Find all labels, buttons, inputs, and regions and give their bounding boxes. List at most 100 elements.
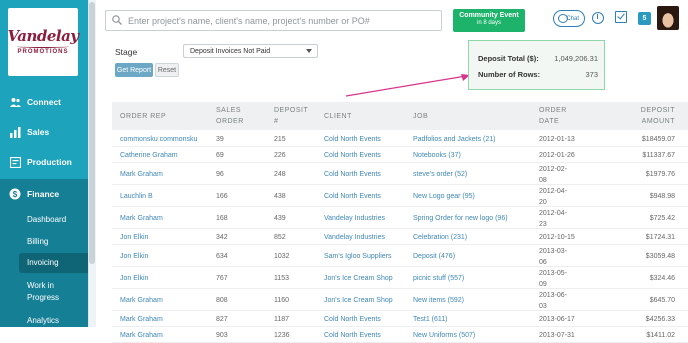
submenu-item-analytics[interactable]: Analytics bbox=[0, 315, 88, 327]
cell-order-date: 2012-04- 23 bbox=[539, 208, 567, 230]
cell-job[interactable]: Deposit (476) bbox=[413, 251, 455, 262]
stage-select[interactable]: Deposit Invoices Not Paid bbox=[183, 44, 318, 58]
cell-client[interactable]: Jon's Ice Cream Shop bbox=[324, 273, 393, 284]
event-title: Community Event bbox=[459, 12, 519, 19]
table-header: ORDER REP SALES ORDER DEPOSIT # CLIENT J… bbox=[112, 102, 688, 130]
table-row[interactable]: Mark Graham 808 1160 Jon's Ice Cream Shop Ne… bbox=[112, 289, 688, 311]
user-avatar[interactable] bbox=[657, 6, 679, 30]
cell-sales-order: 96 bbox=[216, 170, 224, 178]
logo-name: Vandelay bbox=[7, 27, 79, 45]
table-row[interactable]: Jon Elkin 342 852 Vandelay Industries Celebr… bbox=[112, 229, 688, 245]
cell-job[interactable]: Test1 (611) bbox=[413, 314, 448, 325]
cell-client[interactable]: Sam's Igloo Suppliers bbox=[324, 251, 391, 262]
community-event-button[interactable]: Community Event in 8 days bbox=[453, 9, 525, 32]
logo-subtitle: PROMOTIONS bbox=[17, 49, 69, 55]
cell-client[interactable]: Vandelay Industries bbox=[324, 213, 385, 224]
cell-order-date: 2013-06- 03 bbox=[539, 290, 567, 312]
cell-client[interactable]: Jon's Ice Cream Shop bbox=[324, 295, 393, 306]
col-header-order-rep[interactable]: ORDER REP bbox=[120, 111, 166, 122]
cell-client[interactable]: Cold North Events bbox=[324, 150, 381, 161]
table-row[interactable]: commonsku commonsku 39 215 Cold North Event… bbox=[112, 131, 688, 147]
clock-icon[interactable] bbox=[592, 12, 604, 24]
col-header-order-date[interactable]: ORDER DATE bbox=[539, 105, 567, 127]
cell-client[interactable]: Cold North Events bbox=[324, 169, 381, 180]
cell-order-rep[interactable]: Catherine Graham bbox=[120, 150, 178, 161]
cell-job[interactable]: New items (592) bbox=[413, 295, 464, 306]
chevron-down-icon bbox=[306, 49, 312, 53]
table-row[interactable]: Jon Elkin 634 1032 Sam's Igloo Suppliers Dep… bbox=[112, 245, 688, 267]
cell-job[interactable]: steve's order (52) bbox=[413, 169, 467, 180]
col-header-line: SALES bbox=[216, 107, 242, 114]
brand-logo[interactable]: Vandelay PROMOTIONS bbox=[7, 8, 79, 76]
cell-client[interactable]: Cold North Events bbox=[324, 134, 381, 145]
cell-job[interactable]: New Uniforms (507) bbox=[413, 330, 475, 341]
col-header-deposit-number[interactable]: DEPOSIT # bbox=[274, 105, 308, 127]
table-row[interactable]: Mark Graham 827 1187 Cold North Events Test1… bbox=[112, 311, 688, 327]
cell-order-rep[interactable]: Mark Graham bbox=[120, 295, 163, 306]
cell-sales-order: 767 bbox=[216, 274, 228, 282]
col-header-line: ORDER bbox=[539, 107, 567, 114]
cell-order-rep[interactable]: Jon Elkin bbox=[120, 273, 148, 284]
col-header-line: DATE bbox=[539, 118, 560, 125]
table-row[interactable]: Mark Graham 168 439 Vandelay Industries Spri… bbox=[112, 207, 688, 229]
submenu-item-work-in-progress[interactable]: Work in Progress bbox=[0, 280, 72, 304]
col-header-sales-order[interactable]: SALES ORDER bbox=[216, 105, 244, 127]
cell-order-rep[interactable]: Jon Elkin bbox=[120, 232, 148, 243]
cell-client[interactable]: Vandelay Industries bbox=[324, 232, 385, 243]
table-row[interactable]: Mark Graham 96 248 Cold North Events steve's… bbox=[112, 163, 688, 185]
date-line: 2012-10-15 bbox=[539, 233, 575, 241]
submenu-item-invoicing[interactable]: Invoicing bbox=[19, 253, 88, 273]
cell-sales-order: 69 bbox=[216, 151, 224, 159]
reset-button[interactable]: Reset bbox=[155, 63, 179, 77]
search-input[interactable] bbox=[128, 15, 428, 26]
sidebar-item-finance[interactable]: $ Finance bbox=[0, 179, 88, 208]
cell-order-rep[interactable]: Mark Graham bbox=[120, 169, 163, 180]
finance-submenu: Dashboard Billing Invoicing Work in Prog… bbox=[0, 208, 88, 327]
cell-deposit-amount: $3059.48 bbox=[645, 252, 675, 260]
tasks-check-icon[interactable] bbox=[615, 11, 627, 23]
cell-job[interactable]: Notebooks (37) bbox=[413, 150, 461, 161]
cell-client[interactable]: Cold North Events bbox=[324, 330, 381, 341]
sidebar: Vandelay PROMOTIONS Connect Sales Produc… bbox=[0, 0, 88, 327]
col-header-deposit-amount[interactable]: DEPOSIT AMOUNT bbox=[609, 105, 675, 127]
sidebar-item-production[interactable]: Production bbox=[0, 148, 88, 176]
project-search[interactable] bbox=[105, 10, 442, 31]
sidebar-item-label: Finance bbox=[27, 188, 60, 199]
sidebar-scrollbar-thumb[interactable] bbox=[89, 2, 95, 264]
date-line: 2012-04- bbox=[539, 188, 568, 195]
col-header-job[interactable]: JOB bbox=[413, 111, 428, 122]
get-report-button[interactable]: Get Report bbox=[115, 63, 153, 77]
sidebar-item-sales[interactable]: Sales bbox=[0, 118, 88, 146]
sidebar-item-label: Production bbox=[27, 157, 72, 167]
cell-sales-order: 827 bbox=[216, 315, 228, 323]
cell-order-rep[interactable]: Jon Elkin bbox=[120, 251, 148, 262]
cell-order-date: 2013-06-17 bbox=[539, 314, 575, 325]
notification-badge[interactable]: 5 bbox=[638, 12, 651, 25]
cell-client[interactable]: Cold North Events bbox=[324, 314, 381, 325]
submenu-item-billing[interactable]: Billing bbox=[0, 236, 88, 248]
table-row[interactable]: Mark Graham 903 1236 Cold North Events New U… bbox=[112, 327, 688, 343]
cell-job[interactable]: Spring Order for new logo (96) bbox=[413, 213, 508, 224]
cell-job[interactable]: picnic stuff (557) bbox=[413, 273, 464, 284]
submenu-item-dashboard[interactable]: Dashboard bbox=[0, 214, 88, 226]
col-header-client[interactable]: CLIENT bbox=[324, 111, 352, 122]
date-line: 2012-02- bbox=[539, 166, 568, 173]
sidebar-item-connect[interactable]: Connect bbox=[0, 88, 88, 116]
cell-order-rep[interactable]: commonsku commonsku bbox=[120, 134, 197, 145]
table-row[interactable]: Catherine Graham 69 226 Cold North Events No… bbox=[112, 147, 688, 163]
cell-order-rep[interactable]: Mark Graham bbox=[120, 314, 163, 325]
cell-deposit-amount: $4256.33 bbox=[645, 315, 675, 323]
cell-job[interactable]: Padfolios and Jackets (21) bbox=[413, 134, 496, 145]
table-row[interactable]: Lauchlin B 166 438 Cold North Events New Log… bbox=[112, 185, 688, 207]
col-header-line: # bbox=[274, 118, 279, 125]
cell-order-rep[interactable]: Mark Graham bbox=[120, 330, 163, 341]
cell-order-rep[interactable]: Mark Graham bbox=[120, 213, 163, 224]
cell-client[interactable]: Cold North Events bbox=[324, 191, 381, 202]
cell-job[interactable]: New Logo gear (95) bbox=[413, 191, 475, 202]
chat-button[interactable]: Chat bbox=[553, 10, 585, 27]
cell-sales-order: 168 bbox=[216, 214, 228, 222]
cell-order-rep[interactable]: Lauchlin B bbox=[120, 191, 153, 202]
cell-job[interactable]: Celebration (231) bbox=[413, 232, 467, 243]
cell-deposit-number: 1187 bbox=[274, 315, 290, 323]
table-row[interactable]: Jon Elkin 767 1153 Jon's Ice Cream Shop picn… bbox=[112, 267, 688, 289]
